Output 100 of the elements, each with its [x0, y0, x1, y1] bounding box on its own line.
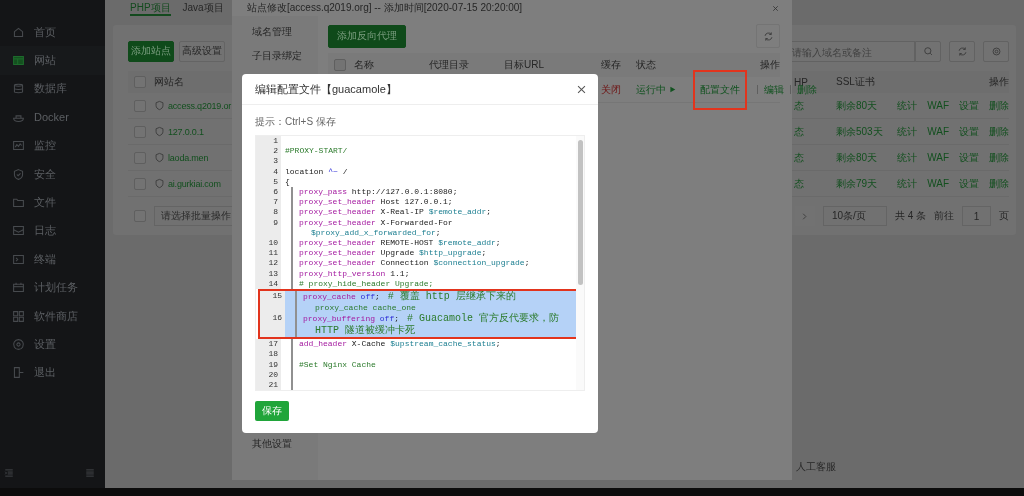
shield-icon: [154, 178, 165, 189]
column-header: 缓存: [601, 58, 622, 72]
sidebar-item[interactable]: 计划任务: [0, 273, 105, 302]
sidebar-item[interactable]: 日志: [0, 216, 105, 246]
page-input[interactable]: 1: [962, 206, 991, 226]
hint-text: 提示：Ctrl+S 保存: [255, 115, 337, 129]
calendar-icon: [12, 281, 25, 295]
action-link[interactable]: 统计: [897, 150, 918, 165]
line-number: 17: [256, 339, 281, 350]
line-number: 12: [256, 258, 281, 269]
action-link[interactable]: 设置: [959, 98, 979, 113]
line-number: 7: [256, 197, 281, 208]
line-number: 19: [256, 359, 281, 370]
sidebar-item[interactable]: 终端: [0, 245, 105, 274]
page-size-select[interactable]: 10条/页: [822, 206, 887, 226]
action-link[interactable]: WAF: [927, 100, 949, 111]
line-number: 3: [256, 156, 281, 167]
scrollbar[interactable]: [576, 136, 584, 391]
search-button[interactable]: [915, 40, 941, 62]
toolbar-button[interactable]: 高级设置: [179, 40, 225, 62]
action-link[interactable]: 编辑: [764, 82, 784, 97]
site-link[interactable]: 127.0.0.1: [168, 126, 204, 137]
database-icon: [12, 82, 25, 96]
close-icon[interactable]: [576, 83, 587, 95]
code-line: #PROXY-START/: [284, 146, 349, 157]
menu-icon[interactable]: [85, 468, 95, 478]
action-link[interactable]: 设置: [959, 124, 979, 139]
column-header: 目标URL: [504, 58, 545, 72]
action-link[interactable]: 设置: [959, 150, 979, 165]
house-icon: [12, 25, 25, 39]
column-header: 名称: [354, 58, 375, 72]
ssl-status[interactable]: 剩余503天: [836, 124, 883, 139]
terminal-icon: [12, 252, 25, 266]
project-tab[interactable]: PHP项目: [130, 1, 171, 16]
toolbar-button[interactable]: 添加站点: [128, 40, 174, 62]
action-link[interactable]: 统计: [897, 124, 918, 139]
folder-icon: [12, 196, 25, 210]
code-line: location ^~ /: [284, 166, 349, 177]
action-link[interactable]: 删除: [989, 150, 1009, 165]
action-link[interactable]: WAF: [927, 126, 949, 137]
action-link[interactable]: 删除: [989, 124, 1009, 139]
line-number: 4: [256, 166, 281, 177]
refresh-button[interactable]: [756, 24, 780, 48]
code-editor[interactable]: [255, 135, 585, 392]
sidebar-item[interactable]: 首页: [0, 18, 105, 47]
refresh-icon: [956, 45, 968, 57]
settings-icon: [12, 338, 25, 351]
sidebar-item[interactable]: 文件: [0, 188, 105, 217]
checkbox[interactable]: [334, 59, 346, 71]
settings-icon: [990, 45, 1002, 57]
play-icon[interactable]: [669, 86, 676, 93]
collapse-icon[interactable]: [4, 468, 14, 478]
column-header[interactable]: SSL证书: [836, 75, 904, 89]
ssl-status[interactable]: 剩余80天: [836, 150, 878, 165]
line-number: 20: [256, 369, 281, 381]
site-link[interactable]: access.q2019.or: [168, 100, 232, 111]
refresh-button[interactable]: [949, 40, 975, 62]
action-link[interactable]: 统计: [897, 176, 918, 191]
add-proxy-button[interactable]: 添加反向代理: [328, 24, 406, 48]
table-cell: 态: [794, 124, 804, 139]
settings-button[interactable]: [983, 40, 1009, 62]
action-link[interactable]: 统计: [897, 98, 918, 113]
sidebar-item[interactable]: 数据库: [0, 74, 105, 104]
page-unit: 页: [999, 209, 1009, 223]
site-link[interactable]: ai.gurkiai.com: [168, 178, 221, 189]
action-link[interactable]: WAF: [927, 178, 949, 189]
sidebar-item[interactable]: 网站: [0, 46, 105, 75]
sidebar-item[interactable]: Docker: [0, 103, 105, 132]
project-tab[interactable]: Java项目: [182, 1, 224, 16]
running-status[interactable]: 运行中: [636, 82, 666, 97]
sidebar-item[interactable]: 软件商店: [0, 301, 105, 331]
sidebar-item[interactable]: 安全: [0, 159, 105, 189]
nav-item[interactable]: 域名管理: [232, 20, 318, 44]
site-link[interactable]: laoda.men: [168, 152, 209, 163]
sidebar-item[interactable]: 监控: [0, 131, 105, 160]
line-number: 5: [256, 176, 281, 187]
line-number: 15: [260, 291, 285, 314]
line-number: 18: [256, 349, 281, 360]
shield-icon: [154, 152, 165, 163]
dialog-title: 编辑配置文件【guacamole】: [255, 81, 397, 97]
sidebar-item[interactable]: 设置: [0, 330, 105, 359]
support-link[interactable]: 人工客服: [796, 460, 836, 474]
line-number: 8: [256, 207, 281, 218]
action-link[interactable]: 配置文件: [700, 82, 740, 97]
nav-item[interactable]: 子目录绑定: [232, 44, 318, 68]
action-link[interactable]: WAF: [927, 152, 949, 163]
column-header: 操作: [988, 75, 1009, 89]
close-icon[interactable]: [771, 3, 780, 13]
door-icon: [12, 366, 25, 380]
line-number: 1: [256, 136, 281, 147]
action-link[interactable]: 设置: [959, 176, 979, 191]
save-button[interactable]: 保存: [255, 401, 289, 422]
ssl-status[interactable]: 剩余80天: [836, 98, 878, 113]
action-link[interactable]: 删除: [989, 176, 1009, 191]
shield-icon: [12, 167, 25, 181]
line-number: 2: [256, 146, 281, 157]
action-link[interactable]: 删除: [989, 98, 1009, 113]
sidebar-item[interactable]: 退出: [0, 358, 105, 388]
nav-item[interactable]: 其他设置: [232, 432, 318, 456]
ssl-status[interactable]: 剩余79天: [836, 176, 878, 191]
